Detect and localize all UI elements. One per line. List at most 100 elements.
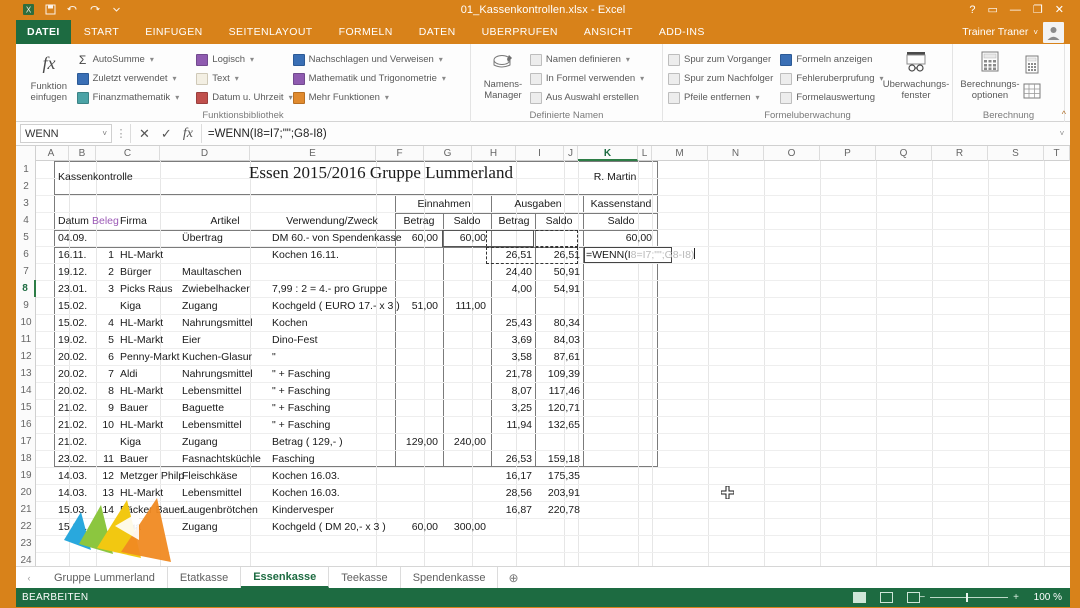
help-icon[interactable]: ? — [969, 4, 975, 16]
cell-firma-r10[interactable]: Picks Raus — [120, 281, 180, 298]
cell-group-header-0[interactable]: Einnahmen — [396, 196, 492, 213]
zuletzt-verwendet-button[interactable]: Zuletzt verwendet ▾ — [76, 70, 197, 87]
cell-beleg-r13[interactable]: 5 — [92, 332, 114, 349]
cell-zweck-r18[interactable]: " + Fasching — [272, 417, 394, 434]
row-header-14[interactable]: 14 — [16, 382, 36, 399]
account-area[interactable]: Trainer Traner ˅ — [962, 20, 1038, 44]
mathematik-trigonometrie-button[interactable]: Mathematik und Trigonometrie ▾ — [292, 70, 465, 87]
cell-datum-r15[interactable]: 20.02. — [58, 366, 92, 383]
cell-artikel-r19[interactable]: Zugang — [182, 434, 268, 451]
cell-beleg-r20[interactable]: 11 — [92, 451, 114, 468]
cell-a1-kassenkontrolle[interactable]: Kassenkontrolle — [58, 169, 168, 186]
row-header-2[interactable]: 2 — [16, 178, 36, 195]
cell-beleg-r9[interactable]: 2 — [92, 264, 114, 281]
cell-column-label-2[interactable]: Firma — [120, 213, 178, 230]
row-header-5[interactable]: 5 — [16, 229, 36, 246]
cell-beleg-r16[interactable]: 8 — [92, 383, 114, 400]
add-sheet-icon[interactable]: ⊕ — [498, 567, 528, 588]
cell-zweck-r16[interactable]: " + Fasching — [272, 383, 394, 400]
cell-column-label-3[interactable]: Artikel — [182, 213, 268, 230]
zoom-track[interactable] — [930, 593, 1009, 602]
mehr-funktionen-button[interactable]: Mehr Funktionen ▾ — [292, 89, 465, 106]
cell-ausgaben-betrag-r14[interactable]: 3,58 — [488, 349, 532, 366]
aus-auswahl-erstellen-button[interactable]: Aus Auswahl erstellen — [529, 89, 657, 106]
cell-artikel-r7[interactable]: Übertrag — [182, 230, 268, 247]
cell-zweck-r15[interactable]: " + Fasching — [272, 366, 394, 383]
column-header-c[interactable]: C — [96, 146, 160, 161]
cell-artikel-r11[interactable]: Zugang — [182, 298, 268, 315]
restore-icon[interactable]: ❐ — [1033, 3, 1043, 16]
minimize-icon[interactable]: — — [1010, 4, 1021, 16]
insert-function-icon[interactable]: fx — [183, 126, 193, 142]
cell-artikel-r17[interactable]: Baguette — [182, 400, 268, 417]
column-header-g[interactable]: G — [424, 146, 472, 161]
cell-column-label-1[interactable]: Beleg — [92, 213, 119, 230]
formeln-anzeigen-button[interactable]: Formeln anzeigen — [780, 51, 885, 68]
cell-group-header-1[interactable]: Ausgaben — [492, 196, 584, 213]
logisch-button[interactable]: Logisch ▾ — [196, 51, 292, 68]
page-layout-icon[interactable] — [880, 592, 893, 603]
row-header-23[interactable]: 23 — [16, 535, 36, 552]
cell-beleg-r10[interactable]: 3 — [92, 281, 114, 298]
cell-ausgaben-betrag-r9[interactable]: 24,40 — [488, 264, 532, 281]
cell-datum-r10[interactable]: 23.01. — [58, 281, 92, 298]
cell-ausgaben-betrag-r21[interactable]: 16,17 — [488, 468, 532, 485]
cell-column-label-8[interactable]: Saldo — [538, 213, 580, 230]
calculate-sheet-icon[interactable] — [1022, 82, 1042, 103]
cell-beleg-r21[interactable]: 12 — [92, 468, 114, 485]
select-all-corner[interactable] — [16, 146, 36, 161]
column-header-q[interactable]: Q — [876, 146, 932, 161]
cell-editor-k8[interactable]: =WENN(I8=I7;"";G8-I8) — [584, 247, 696, 263]
cell-datum-r8[interactable]: 16.11. — [58, 247, 92, 264]
watch-window-button[interactable]: Uberwachungs- fenster — [883, 47, 949, 107]
cell-area[interactable]: Kassenkontrolle Essen 2015/2016 Gruppe Lu… — [36, 161, 1070, 566]
row-header-6[interactable]: 6 — [16, 246, 36, 263]
cell-zweck-r23[interactable]: Kindervesper — [272, 502, 394, 519]
spur-zum-vorganger-button[interactable]: Spur zum Vorganger — [668, 51, 780, 68]
row-header-16[interactable]: 16 — [16, 416, 36, 433]
pfeile-entfernen-button[interactable]: Pfeile entfernen ▾ — [668, 89, 780, 106]
cell-artikel-r23[interactable]: Laugenbrötchen — [182, 502, 268, 519]
row-header-8[interactable]: 8 — [16, 280, 36, 297]
column-header-j[interactable]: J — [564, 146, 578, 161]
namen-definieren-button[interactable]: Namen definieren ▾ — [529, 51, 657, 68]
cell-ausgaben-saldo-r9[interactable]: 50,91 — [534, 264, 580, 281]
cell-zweck-r19[interactable]: Betrag ( 129,- ) — [272, 434, 394, 451]
tab-daten[interactable]: DATEN — [406, 20, 469, 44]
row-header-3[interactable]: 3 — [16, 195, 36, 212]
column-header-h[interactable]: H — [472, 146, 516, 161]
sheet-tab-essenkasse[interactable]: Essenkasse — [241, 567, 330, 588]
cell-column-label-7[interactable]: Betrag — [494, 213, 534, 230]
cell-einnahmen-betrag-r7[interactable]: 60,00 — [394, 230, 438, 247]
cell-ausgaben-saldo-r21[interactable]: 175,35 — [534, 468, 580, 485]
row-header-1[interactable]: 1 — [16, 161, 36, 178]
cell-datum-r21[interactable]: 14.03. — [58, 468, 92, 485]
cell-ausgaben-betrag-r16[interactable]: 8,07 — [488, 383, 532, 400]
collapse-ribbon-icon[interactable]: ^ — [1062, 109, 1066, 119]
cell-einnahmen-saldo-r24[interactable]: 300,00 — [440, 519, 486, 536]
cell-ausgaben-saldo-r14[interactable]: 87,61 — [534, 349, 580, 366]
cell-firma-r16[interactable]: HL-Markt — [120, 383, 180, 400]
chevron-down-icon[interactable]: ▾ — [756, 93, 760, 102]
cell-zweck-r20[interactable]: Fasching — [272, 451, 394, 468]
cell-zweck-r24[interactable]: Kochgeld ( DM 20,- x 3 ) — [272, 519, 394, 536]
cell-ausgaben-betrag-r12[interactable]: 25,43 — [488, 315, 532, 332]
chevron-down-icon[interactable]: ▾ — [439, 55, 443, 64]
chevron-down-icon[interactable]: ▾ — [235, 74, 239, 83]
cell-column-label-4[interactable]: Verwendung/Zweck — [272, 213, 392, 230]
confirm-icon[interactable]: ✓ — [161, 126, 172, 142]
row-header-20[interactable]: 20 — [16, 484, 36, 501]
cell-einnahmen-saldo-r11[interactable]: 111,00 — [440, 298, 486, 315]
cell-artikel-r22[interactable]: Lebensmittel — [182, 485, 268, 502]
cell-artikel-r16[interactable]: Lebensmittel — [182, 383, 268, 400]
column-header-b[interactable]: B — [69, 146, 96, 161]
insert-function-button[interactable]: fx Funktion einfugen — [21, 47, 77, 107]
zoom-knob[interactable] — [966, 593, 969, 602]
normal-view-icon[interactable] — [853, 592, 866, 603]
chevron-down-icon[interactable]: ▾ — [173, 74, 177, 83]
cell-firma-r17[interactable]: Bauer — [120, 400, 180, 417]
column-header-k[interactable]: K — [578, 146, 638, 161]
column-header-p[interactable]: P — [820, 146, 876, 161]
cell-firma-r13[interactable]: HL-Markt — [120, 332, 180, 349]
calculation-options-button[interactable]: Berechnungs- optionen — [958, 47, 1022, 107]
